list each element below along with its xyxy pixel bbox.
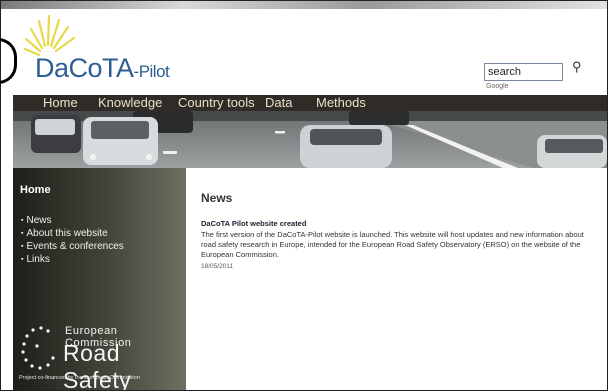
sidebar: Home News About this website Events & co… <box>13 168 186 390</box>
news-item-date: 18/05/2011 <box>201 263 234 270</box>
news-item-body: The first version of the DaCoTA-Pilot we… <box>201 230 584 259</box>
logo-suffix-text: -Pilot <box>133 62 170 81</box>
logo-main-text: DaCoTA <box>35 53 134 83</box>
nav-item-data[interactable]: Data <box>265 95 292 111</box>
site-header: DaCoTA-Pilot ⚲ Google <box>13 9 607 95</box>
nav-item-knowledge[interactable]: Knowledge <box>98 95 162 111</box>
site-logo[interactable]: DaCoTA-Pilot <box>35 53 170 84</box>
sidebar-item-links[interactable]: Links <box>21 254 124 267</box>
header-banner-image <box>13 111 607 168</box>
ec-cofinanced-note: Project co-financed by the European Comm… <box>19 375 140 381</box>
sidebar-item-events[interactable]: Events & conferences <box>21 241 123 254</box>
sidebar-title: Home <box>20 184 51 196</box>
search-input[interactable] <box>484 63 563 81</box>
sidebar-item-news[interactable]: News <box>21 215 124 228</box>
news-item-title[interactable]: DaCoTA Pilot website created <box>201 219 599 228</box>
page-title: News <box>201 191 233 205</box>
sidebar-menu: News About this website Events & confere… <box>21 215 124 267</box>
top-strip <box>1 1 607 9</box>
search-engine-label: Google <box>486 83 509 90</box>
nav-item-methods[interactable]: Methods <box>316 95 366 111</box>
main-content: News DaCoTA Pilot website created The fi… <box>201 191 599 270</box>
search-icon[interactable]: ⚲ <box>572 59 582 75</box>
main-nav: Home Knowledge Country tools Data Method… <box>13 95 607 111</box>
sidebar-item-about[interactable]: About this website <box>21 228 124 241</box>
nav-item-country-tools[interactable]: Country tools <box>178 95 255 111</box>
news-item: DaCoTA Pilot website created The first v… <box>201 219 599 270</box>
ec-road-safety-text: Road Safety <box>63 340 132 391</box>
ec-road-safety-logo[interactable]: European Commission Road Safety Project … <box>17 320 185 391</box>
eu-stars-icon <box>21 326 55 370</box>
page-frame: DaCoTA-Pilot ⚲ Google Home Knowledge Cou… <box>0 0 608 391</box>
nav-item-home[interactable]: Home <box>43 95 78 111</box>
